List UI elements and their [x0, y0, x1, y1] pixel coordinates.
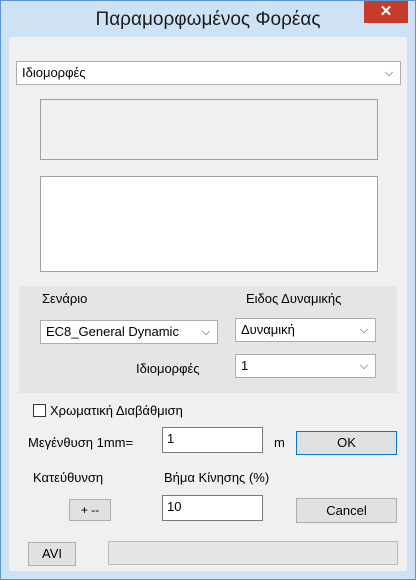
direction-toggle-button[interactable]: + --: [69, 499, 111, 521]
ok-button[interactable]: OK: [296, 431, 397, 455]
chevron-down-icon: ⌵: [384, 67, 394, 79]
close-button[interactable]: ✕: [364, 1, 408, 23]
dialog-window: Παραμορφωμένος Φορέας ✕ Ιδιομορφές ⌵ Σεν…: [0, 0, 416, 580]
magnification-input[interactable]: 1: [162, 427, 263, 453]
step-input[interactable]: 10: [162, 495, 263, 521]
modes-select-value: 1: [241, 358, 249, 373]
scenario-select-value: EC8_General Dynamic: [46, 324, 179, 339]
magnification-label: Μεγένθυση 1mm=: [28, 435, 134, 450]
scenario-label: Σενάριο: [42, 291, 88, 306]
avi-progress-bar: [108, 541, 398, 565]
color-scale-label: Χρωματική Διαβάθμιση: [50, 403, 183, 418]
cancel-button[interactable]: Cancel: [296, 498, 397, 523]
info-listbox[interactable]: [40, 176, 378, 272]
direction-label: Κατεύθυνση: [33, 470, 104, 485]
chevron-down-icon: ⌵: [201, 326, 211, 338]
step-label: Βήμα Κίνησης (%): [164, 470, 270, 485]
chevron-down-icon: ⌵: [359, 360, 369, 372]
modes-select[interactable]: 1 ⌵: [235, 354, 376, 378]
modes-label: Ιδιομορφές: [136, 361, 200, 376]
window-title: Παραμορφωμένος Φορέας: [95, 9, 321, 30]
dynamic-type-label: Ειδος Δυναμικής: [246, 291, 342, 306]
mode-select-value: Ιδιομορφές: [22, 65, 86, 80]
mode-select[interactable]: Ιδιομορφές ⌵: [16, 61, 401, 85]
avi-button[interactable]: AVI: [28, 542, 76, 566]
color-scale-checkbox[interactable]: [33, 404, 46, 417]
dialog-body: Ιδιομορφές ⌵ Σενάριο Ειδος Δυναμικής EC8…: [9, 37, 407, 571]
dynamic-type-select[interactable]: Δυναμική ⌵: [235, 318, 376, 342]
title-bar[interactable]: Παραμορφωμένος Φορέας ✕: [1, 1, 415, 37]
close-icon: ✕: [379, 3, 393, 20]
magnification-unit: m: [274, 435, 285, 450]
scenario-select[interactable]: EC8_General Dynamic ⌵: [40, 320, 218, 344]
preview-panel: [40, 99, 378, 160]
chevron-down-icon: ⌵: [359, 324, 369, 336]
dynamic-type-select-value: Δυναμική: [241, 322, 295, 337]
